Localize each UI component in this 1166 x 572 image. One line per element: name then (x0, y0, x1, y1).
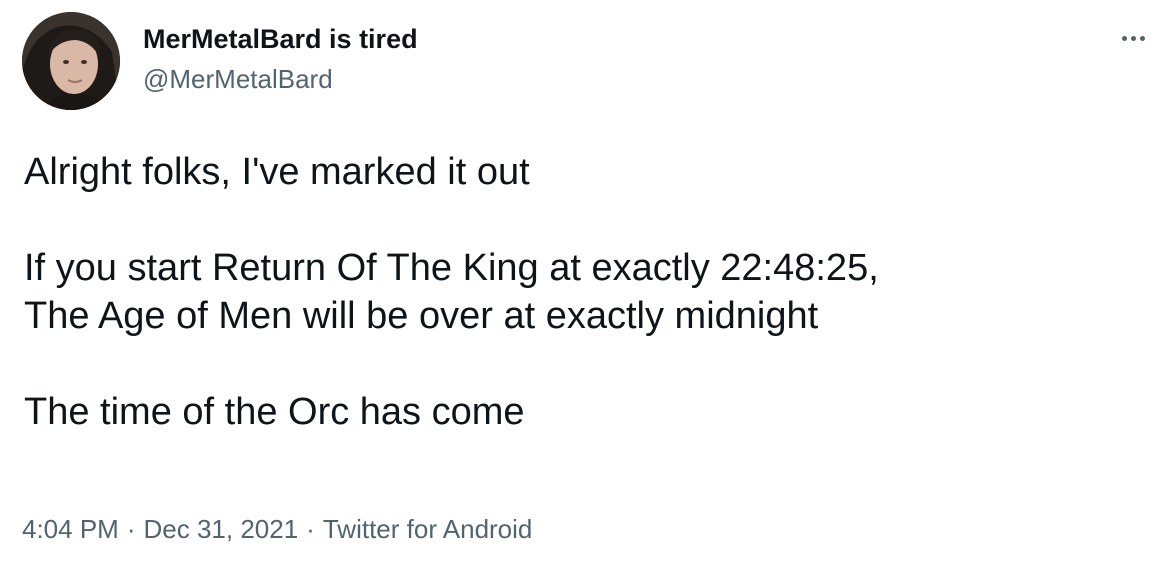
tweet-card: MerMetalBard is tired @MerMetalBard Alri… (0, 0, 1166, 572)
more-options-icon (1130, 35, 1136, 41)
author-handle[interactable]: @MerMetalBard (143, 62, 333, 96)
more-options-button[interactable] (1116, 26, 1150, 50)
tweet-metadata: 4:04 PM · Dec 31, 2021 · Twitter for Android (22, 512, 532, 546)
user-avatar-icon (22, 12, 120, 110)
tweet-source-link[interactable]: Twitter for Android (323, 514, 533, 544)
meta-separator: · (306, 514, 315, 544)
tweet-text: Alright folks, I've marked it out If you… (24, 148, 1134, 436)
meta-separator: · (126, 514, 136, 544)
more-options-icon (1139, 35, 1145, 41)
tweet-line: If you start Return Of The King at exact… (24, 247, 879, 289)
tweet-line: The time of the Orc has come (24, 391, 525, 433)
tweet-time-link[interactable]: 4:04 PM (22, 514, 119, 544)
tweet-line: The Age of Men will be over at exactly m… (24, 295, 819, 337)
more-options-icon (1121, 35, 1127, 41)
author-display-name[interactable]: MerMetalBard is tired (143, 22, 418, 56)
avatar[interactable] (22, 12, 120, 110)
tweet-line: Alright folks, I've marked it out (24, 151, 530, 193)
tweet-date-link[interactable]: Dec 31, 2021 (144, 514, 299, 544)
